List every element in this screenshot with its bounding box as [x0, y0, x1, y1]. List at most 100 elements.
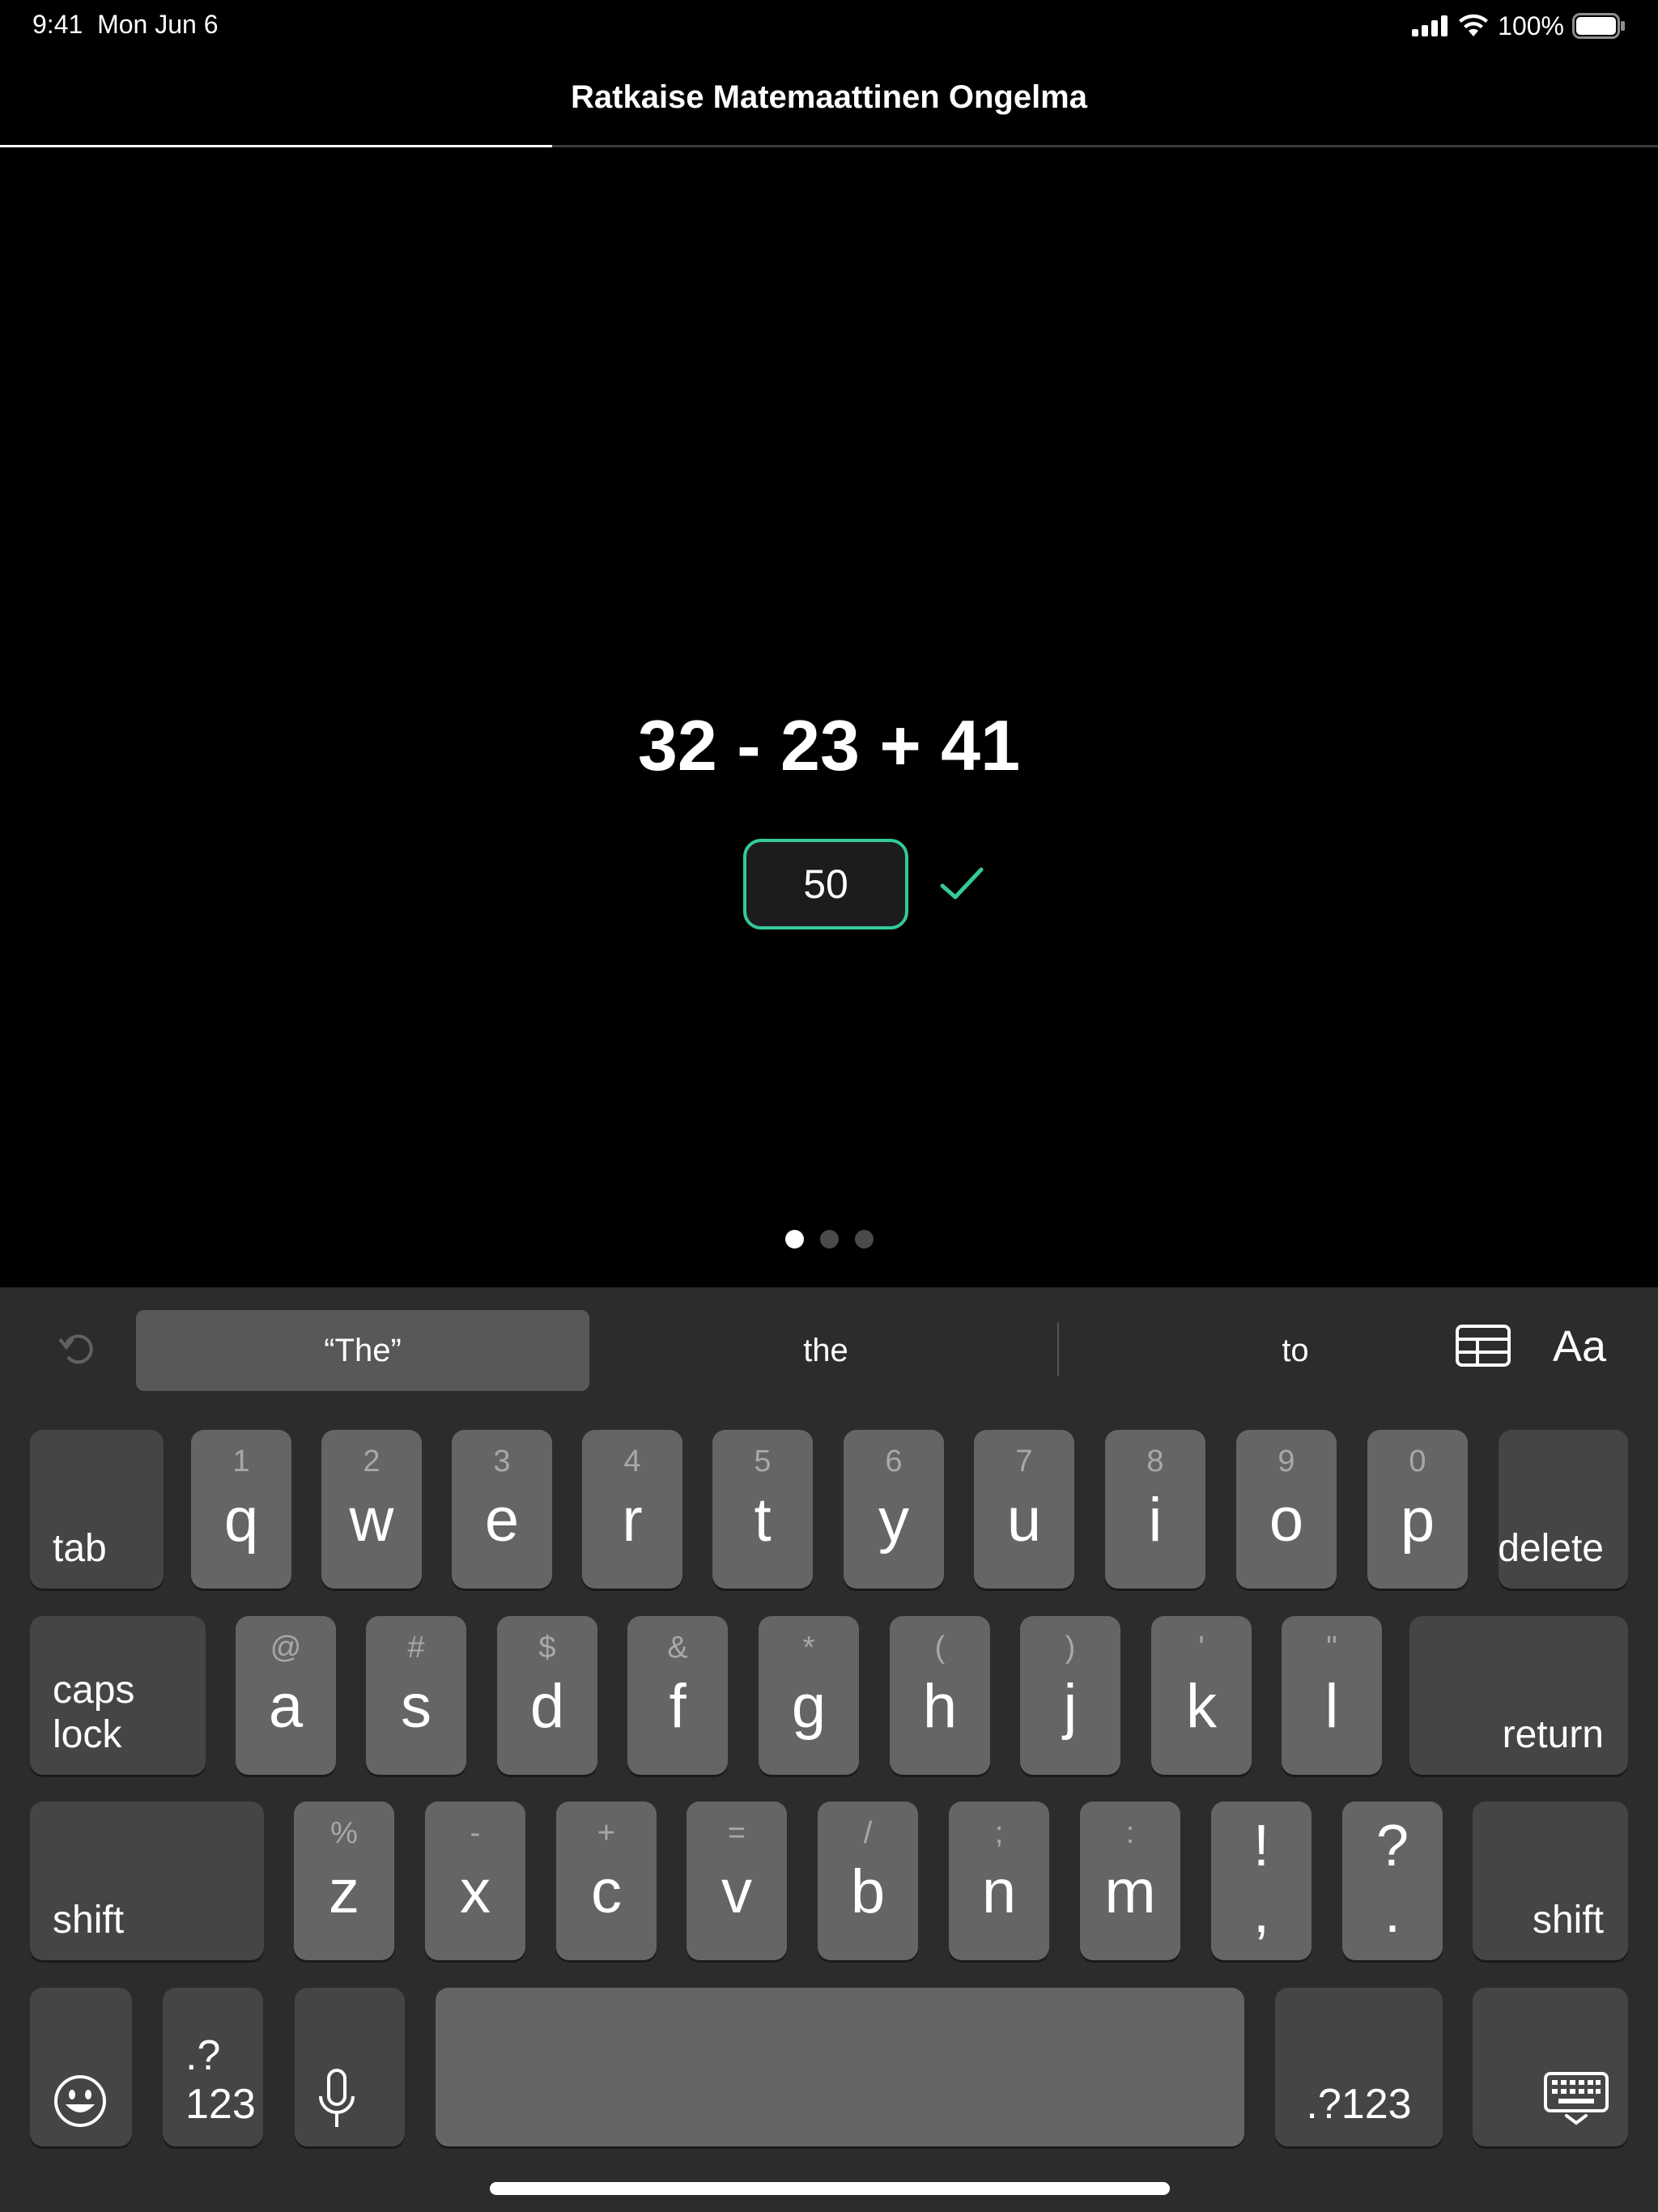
- key-secondary: 2: [363, 1444, 380, 1478]
- key-r[interactable]: 4r: [582, 1430, 682, 1589]
- suggestion-1[interactable]: “The”: [136, 1310, 589, 1391]
- key-secondary: 0: [1409, 1444, 1426, 1478]
- tab-key[interactable]: tab: [30, 1430, 164, 1589]
- key-primary: s: [401, 1672, 432, 1741]
- key-secondary: /: [863, 1816, 873, 1850]
- key-d[interactable]: $ d: [497, 1616, 597, 1775]
- key-v[interactable]: = v: [687, 1802, 787, 1960]
- numbers-key-label: .?123: [1306, 2081, 1412, 2128]
- table-icon[interactable]: [1456, 1325, 1511, 1367]
- delete-key[interactable]: delete: [1498, 1430, 1628, 1589]
- battery-percent: 100%: [1498, 11, 1564, 40]
- key-p[interactable]: 0p: [1367, 1430, 1468, 1589]
- key-primary: u: [1006, 1486, 1042, 1555]
- key-f[interactable]: & f: [627, 1616, 728, 1775]
- key-question-period[interactable]: ?.: [1342, 1802, 1443, 1960]
- key-e[interactable]: 3e: [452, 1430, 552, 1589]
- key-x[interactable]: -x: [425, 1802, 525, 1960]
- page-dot[interactable]: [784, 1230, 804, 1249]
- key-secondary: *: [802, 1631, 815, 1665]
- math-problem: 32 - 23 + 41: [637, 705, 1021, 785]
- key-primary: n: [981, 1857, 1017, 1926]
- key-b[interactable]: / b: [818, 1802, 918, 1960]
- tab-key-label: tab: [53, 1527, 107, 1570]
- key-secondary: -: [470, 1816, 481, 1850]
- page-dot[interactable]: [854, 1230, 874, 1249]
- key-z[interactable]: % z: [294, 1802, 394, 1960]
- page-indicator[interactable]: [0, 1230, 1658, 1249]
- key-secondary: 5: [754, 1444, 772, 1478]
- key-w[interactable]: 2w: [321, 1430, 422, 1589]
- undo-icon[interactable]: [57, 1328, 97, 1368]
- key-t[interactable]: 5t: [712, 1430, 813, 1589]
- key-g[interactable]: * g: [759, 1616, 859, 1775]
- key-primary: p: [1400, 1486, 1435, 1555]
- key-primary: h: [922, 1672, 958, 1741]
- keyboard-dismiss-icon: [1544, 2072, 1609, 2125]
- key-secondary: ;: [994, 1816, 1004, 1850]
- key-o[interactable]: 9o: [1236, 1430, 1337, 1589]
- key-primary: l: [1324, 1672, 1339, 1741]
- shift-key-label: shift: [53, 1899, 125, 1942]
- key-primary: x: [460, 1857, 491, 1926]
- shift-key-right[interactable]: shift: [1473, 1802, 1628, 1960]
- key-primary: b: [850, 1857, 886, 1926]
- key-n[interactable]: ; n: [949, 1802, 1049, 1960]
- key-y[interactable]: 6y: [844, 1430, 944, 1589]
- suggestion-3[interactable]: to: [1069, 1310, 1522, 1391]
- numbers-key-right[interactable]: .?123: [1275, 1988, 1443, 2146]
- caps-lock-key[interactable]: caps lock: [30, 1616, 206, 1775]
- key-secondary: $: [538, 1631, 556, 1665]
- key-h[interactable]: (h: [890, 1616, 990, 1775]
- progress-bar: [0, 145, 1658, 147]
- suggestion-2[interactable]: the: [599, 1310, 1052, 1391]
- key-secondary: 3: [493, 1444, 511, 1478]
- key-k[interactable]: ' k: [1151, 1616, 1252, 1775]
- status-date: Mon Jun 6: [97, 10, 219, 39]
- key-j[interactable]: ) j: [1020, 1616, 1120, 1775]
- return-key-label: return: [1502, 1713, 1604, 1756]
- dismiss-keyboard-key[interactable]: [1473, 1988, 1628, 2146]
- microphone-key[interactable]: [295, 1988, 405, 2146]
- key-exclamation-comma[interactable]: !,: [1211, 1802, 1312, 1960]
- key-primary: t: [754, 1486, 772, 1555]
- key-l[interactable]: " l: [1282, 1616, 1382, 1775]
- key-primary: v: [721, 1857, 752, 1926]
- key-secondary: 6: [885, 1444, 903, 1478]
- key-secondary: %: [330, 1816, 358, 1850]
- key-secondary: 4: [623, 1444, 641, 1478]
- text-format-button[interactable]: Aa: [1553, 1321, 1606, 1372]
- key-secondary: ': [1198, 1631, 1205, 1665]
- space-bar[interactable]: [436, 1988, 1244, 2146]
- emoji-key[interactable]: [30, 1988, 132, 2146]
- key-m[interactable]: :m: [1080, 1802, 1180, 1960]
- key-i[interactable]: 8i: [1105, 1430, 1205, 1589]
- page-dot[interactable]: [819, 1230, 839, 1249]
- key-q[interactable]: 1q: [191, 1430, 291, 1589]
- key-secondary: 1: [232, 1444, 250, 1478]
- shift-key-left[interactable]: shift: [30, 1802, 264, 1960]
- return-key[interactable]: return: [1409, 1616, 1628, 1775]
- key-c[interactable]: + c: [556, 1802, 657, 1960]
- status-time: 9:41: [32, 10, 83, 39]
- home-indicator[interactable]: [490, 2182, 1170, 2195]
- key-u[interactable]: 7u: [974, 1430, 1074, 1589]
- key-bottom: .: [1384, 1880, 1401, 1945]
- key-primary: q: [223, 1486, 259, 1555]
- suggestion-divider: [1057, 1323, 1059, 1376]
- key-primary: d: [529, 1672, 565, 1741]
- answer-input[interactable]: 50: [743, 839, 908, 929]
- key-secondary: +: [597, 1816, 616, 1850]
- key-s[interactable]: # s: [366, 1616, 466, 1775]
- check-icon: [940, 867, 984, 900]
- key-primary: f: [669, 1672, 687, 1741]
- key-primary: m: [1104, 1857, 1156, 1926]
- key-a[interactable]: @ a: [236, 1616, 336, 1775]
- key-primary: y: [878, 1486, 909, 1555]
- numbers-key-left[interactable]: .?123: [163, 1988, 263, 2146]
- key-secondary: #: [407, 1631, 425, 1665]
- key-secondary: =: [727, 1816, 746, 1850]
- key-secondary: 8: [1146, 1444, 1164, 1478]
- status-bar-indicators: 100%: [1412, 10, 1626, 42]
- caps-lock-key-label: caps lock: [53, 1669, 135, 1756]
